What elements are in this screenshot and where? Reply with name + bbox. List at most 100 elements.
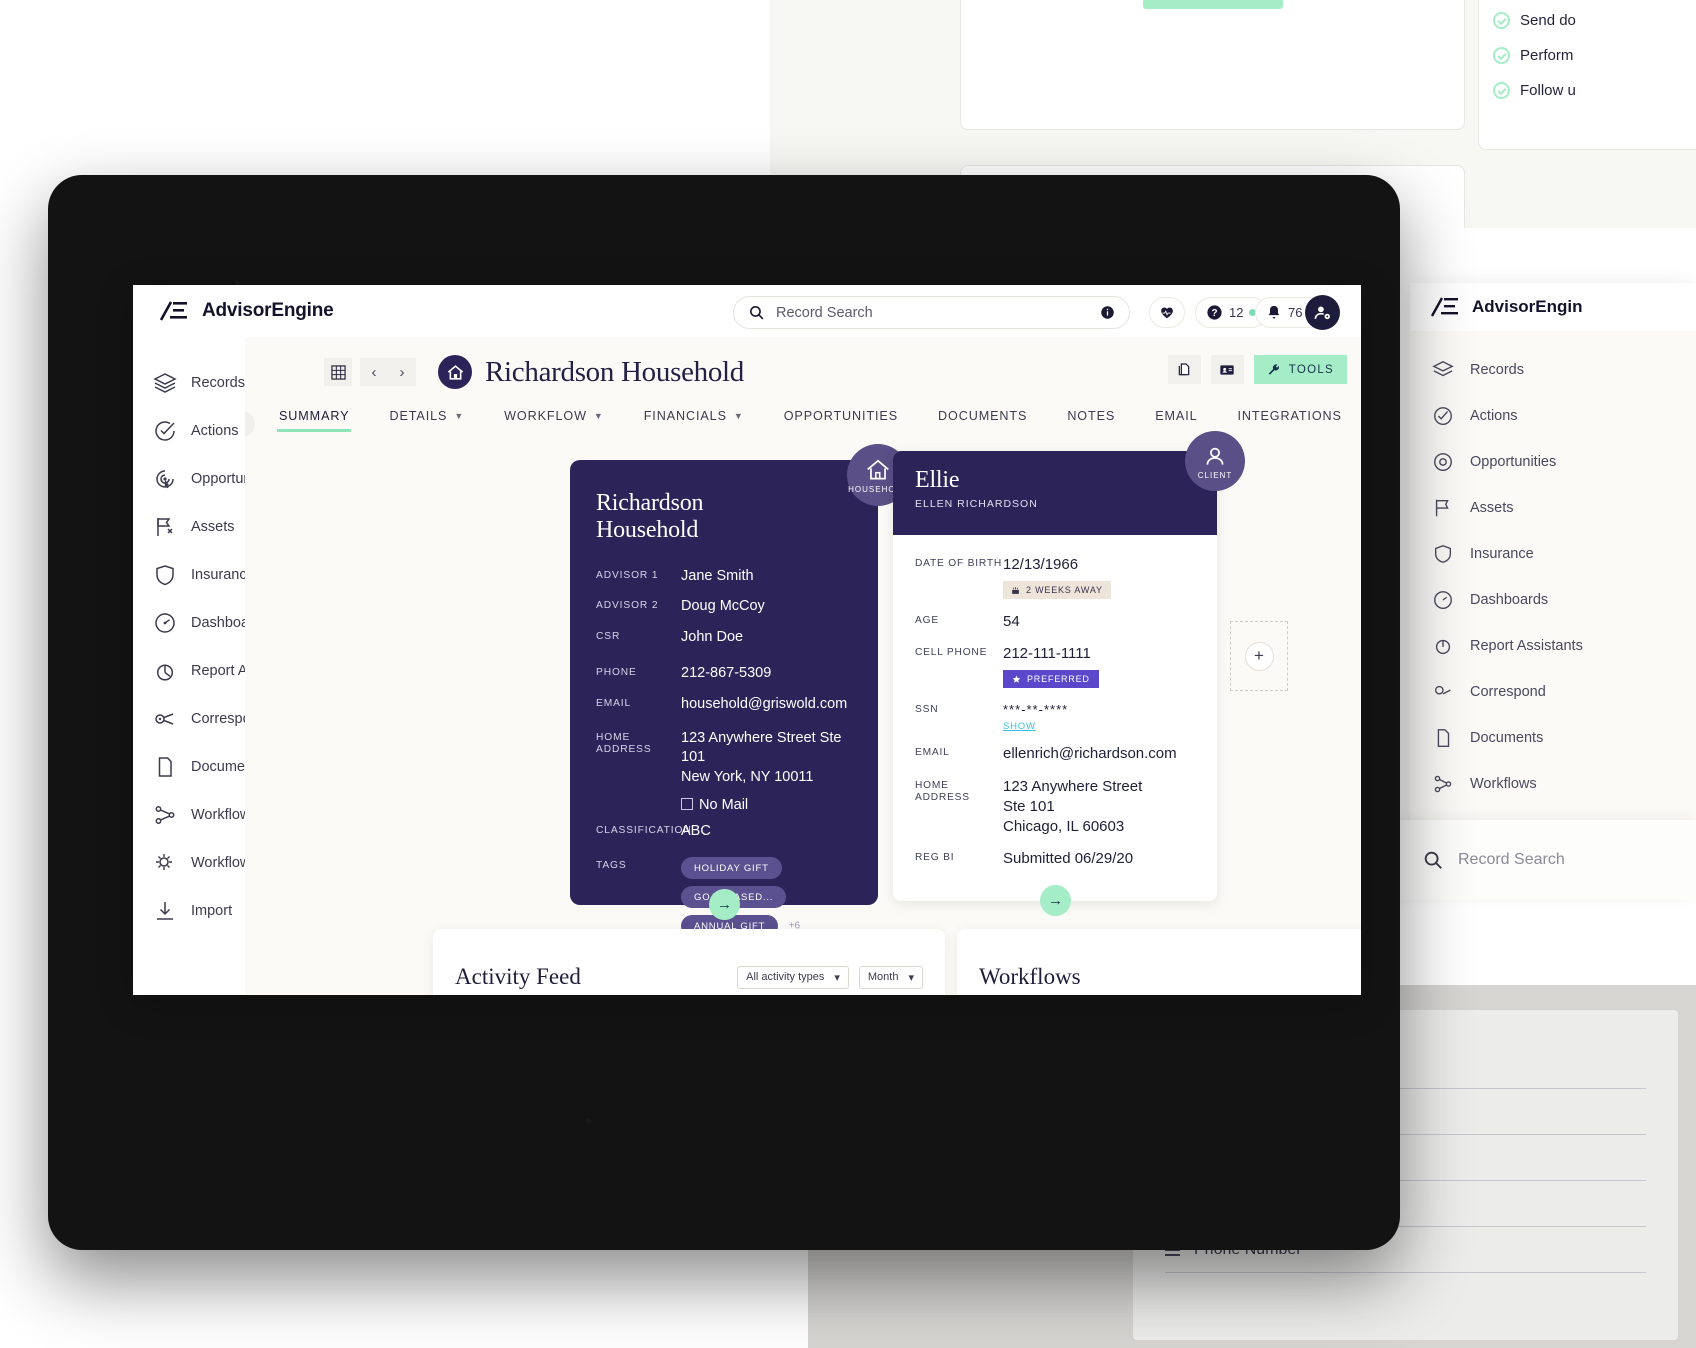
tab-integrations[interactable]: INTEGRATIONS	[1218, 409, 1362, 432]
ghost-nav-item[interactable]: Documents	[1410, 715, 1696, 761]
household-card-open-button[interactable]: →	[709, 889, 740, 920]
client-badge-label: CLIENT	[1197, 470, 1233, 480]
ghost-nav-item[interactable]: Workflows	[1410, 761, 1696, 807]
previous-record-button[interactable]: ‹	[360, 358, 388, 386]
workflows-title: Workflows	[979, 964, 1081, 989]
activity-feed-title: Activity Feed	[455, 964, 581, 989]
field-age: AGE 54	[915, 612, 1020, 630]
check-circle-icon	[155, 421, 175, 441]
sidebar-item-correspond[interactable]: Correspond	[133, 695, 267, 743]
sidebar-item-workflows[interactable]: Workflows	[133, 791, 258, 839]
check-circle-icon	[1493, 12, 1510, 29]
chevron-down-icon: ▼	[733, 411, 744, 421]
document-icon	[1437, 729, 1450, 747]
ghost-brand-name: AdvisorEngin	[1472, 297, 1583, 316]
all-activity-button[interactable]: ALL ACTIVITY →	[1142, 0, 1283, 9]
activity-type-select[interactable]: All activity types ▾	[737, 965, 849, 989]
ghost-nav-item[interactable]: Dashboards	[1410, 577, 1696, 623]
duplicate-record-button[interactable]	[1167, 355, 1201, 384]
tag-chip[interactable]: HOLIDAY GIFT	[681, 857, 782, 880]
sidebar-item-import[interactable]: Import	[133, 887, 245, 935]
home-icon	[447, 364, 463, 380]
client-card-open-button[interactable]: →	[1040, 885, 1071, 916]
field-home-address: HOME ADDRESS 123 Anywhere Street Ste 101 …	[596, 729, 852, 816]
brand-name: AdvisorEngine	[202, 300, 334, 321]
ghost-nav-item[interactable]: Report Assistants	[1410, 623, 1696, 669]
target-icon	[1434, 453, 1452, 471]
tab-financials[interactable]: FINANCIALS ▼	[624, 409, 764, 432]
field-date-of-birth: DATE OF BIRTH 12/13/1966 2 WEEKS AWAY	[915, 555, 1195, 600]
sidebar-item-workflows-settings[interactable]: Workflows	[133, 839, 258, 887]
ghost-nav-item[interactable]: Correspond	[1410, 669, 1696, 715]
sidebar-item-documents[interactable]: Documents	[133, 743, 264, 791]
user-settings-button[interactable]	[1305, 295, 1340, 330]
ghost-nav-item[interactable]: Records	[1410, 347, 1696, 393]
document-icon	[158, 757, 172, 777]
birthday-chip: 2 WEEKS AWAY	[1003, 581, 1111, 600]
star-icon	[1012, 675, 1021, 683]
check-circle-icon	[1493, 82, 1510, 99]
field-csr: CSR John Doe	[596, 628, 744, 645]
sidebar-item-report-assistants[interactable]: Report Assistants	[133, 647, 304, 695]
brand[interactable]: AdvisorEngine	[159, 300, 334, 322]
tab-workflow[interactable]: WORKFLOW ▼	[484, 409, 624, 432]
collapse-sidebar-button[interactable]: ‹	[245, 411, 255, 437]
client-address-value: 123 Anywhere Street Ste 101 Chicago, IL …	[1003, 777, 1143, 836]
chevron-down-icon: ▼	[593, 411, 604, 421]
home-address-label: HOME ADDRESS	[596, 731, 652, 756]
next-record-button[interactable]: ›	[388, 358, 416, 386]
notification-count: 76	[1288, 305, 1303, 320]
info-icon[interactable]	[1100, 305, 1115, 320]
activity-period-select[interactable]: Month ▾	[858, 965, 923, 989]
client-card: CLIENT Ellie ELLEN RICHARDSON DATE OF BI…	[893, 431, 1245, 916]
sidebar-item-insurance[interactable]: Insurance	[133, 551, 255, 599]
background-checklist-card: Create r Send do Perform Follow u	[1478, 0, 1696, 150]
flag-icon	[1435, 499, 1449, 517]
tools-button[interactable]: TOOLS	[1253, 355, 1347, 384]
household-avatar	[438, 355, 472, 389]
client-address-label: HOME ADDRESS	[915, 779, 970, 804]
search-input[interactable]	[776, 304, 1089, 321]
field-classification: CLASSIFICATION ABC	[596, 822, 711, 839]
show-ssn-link[interactable]: SHOW	[1003, 721, 1068, 732]
tab-documents[interactable]: DOCUMENTS	[918, 409, 1047, 432]
gauge-icon	[155, 613, 175, 633]
ghost-nav-item[interactable]: Assets	[1410, 485, 1696, 531]
contact-card-button[interactable]	[1210, 355, 1244, 384]
sidebar-item-opportunities[interactable]: Opportunities	[133, 455, 277, 503]
health-button[interactable]	[1149, 297, 1185, 328]
advisorengine-logo	[1430, 297, 1458, 317]
grid-view-button[interactable]	[324, 358, 352, 386]
workflow-icon	[155, 806, 175, 824]
field-phone: PHONE 212-867-5309	[596, 665, 772, 682]
record-content: ‹ ‹ › Richardson Household	[245, 337, 1361, 995]
ghost-nav-item[interactable]: Opportunities	[1410, 439, 1696, 485]
checklist-item: Perform	[1479, 38, 1696, 73]
tab-summary[interactable]: SUMMARY	[259, 409, 369, 432]
no-mail-checkbox[interactable]	[681, 798, 693, 811]
tab-email[interactable]: EMAIL	[1135, 409, 1217, 432]
check-circle-icon	[1493, 47, 1510, 64]
advisorengine-app-window: AdvisorEngine ? 12 76 Re	[133, 285, 1361, 995]
ghost-sidebar: Records Actions Opportunities Assets Ins…	[1410, 331, 1696, 843]
tab-opportunities[interactable]: OPPORTUNITIES	[764, 409, 918, 432]
activity-feed-panel: Activity Feed All activity types ▾ Month ▾	[433, 929, 945, 995]
add-widget-button[interactable]: +	[1244, 641, 1274, 671]
bell-icon	[1268, 305, 1280, 319]
field-email: EMAIL household@griswold.com	[596, 695, 848, 712]
layers-icon	[1432, 360, 1454, 377]
ghost-nav-item[interactable]: Insurance	[1410, 531, 1696, 577]
background-activity-card: 🔗 Constant Contact Integration active SD…	[960, 0, 1465, 130]
tab-notes[interactable]: NOTES	[1047, 409, 1135, 432]
add-widget-slot[interactable]: +	[1230, 621, 1288, 691]
sidebar-item-assets[interactable]: Assets	[133, 503, 245, 551]
sidebar-item-records[interactable]: Records	[133, 359, 245, 407]
sidebar-item-dashboards[interactable]: Dashboards	[133, 599, 269, 647]
record-search[interactable]	[733, 296, 1130, 329]
tab-details[interactable]: DETAILS ▼	[369, 409, 484, 432]
page-title: Richardson Household	[485, 355, 744, 388]
ghost-nav-item[interactable]: Actions	[1410, 393, 1696, 439]
report-icon	[1435, 639, 1451, 655]
sidebar-item-actions[interactable]: Actions	[133, 407, 245, 455]
report-icon	[156, 664, 174, 681]
